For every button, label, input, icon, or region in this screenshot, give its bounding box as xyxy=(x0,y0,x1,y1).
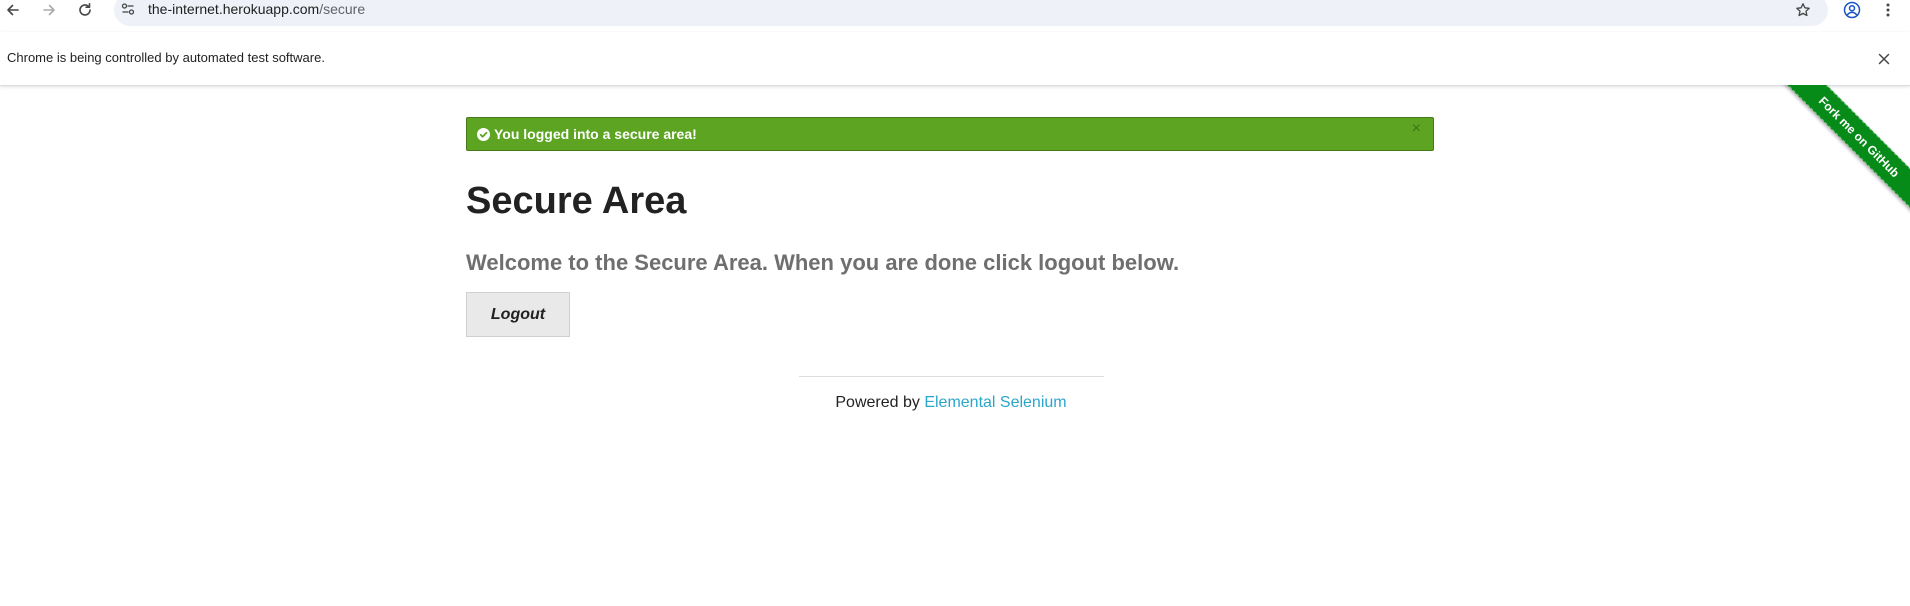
flash-close-button[interactable]: × xyxy=(1412,121,1421,137)
automation-infobar: Chrome is being controlled by automated … xyxy=(0,32,1910,86)
url-host: the-internet.herokuapp.com xyxy=(148,1,320,17)
footer-prefix: Powered by xyxy=(835,394,925,411)
forward-button[interactable] xyxy=(37,0,61,20)
elemental-selenium-link[interactable]: Elemental Selenium xyxy=(924,394,1066,411)
forward-arrow-icon xyxy=(43,4,55,16)
address-bar[interactable] xyxy=(114,0,1828,26)
flash-text: You logged into a secure area! xyxy=(494,126,697,142)
url-path: /secure xyxy=(319,1,366,17)
browser-toolbar: the-internet.herokuapp.com/secure xyxy=(0,0,1910,26)
footer-divider xyxy=(799,376,1104,377)
infobar-close-button[interactable] xyxy=(1873,48,1895,70)
infobar-message: Chrome is being controlled by automated … xyxy=(7,50,325,65)
check-circle-icon xyxy=(477,128,490,141)
back-arrow-icon xyxy=(7,4,19,16)
github-ribbon-container: Fork me on GitHub xyxy=(1750,85,1910,225)
close-icon xyxy=(1878,53,1890,65)
flash-success-message: You logged into a secure area! × xyxy=(466,117,1434,151)
site-info-button[interactable] xyxy=(118,0,138,18)
page-title: Secure Area xyxy=(466,180,687,222)
bookmark-button[interactable] xyxy=(1791,0,1815,20)
kebab-menu-icon xyxy=(1886,3,1890,17)
back-button[interactable] xyxy=(1,0,25,20)
page-subheader: Welcome to the Secure Area. When you are… xyxy=(466,250,1180,275)
reload-icon xyxy=(79,3,91,16)
menu-button[interactable] xyxy=(1876,0,1900,20)
url-text[interactable]: the-internet.herokuapp.com/secure xyxy=(148,1,365,17)
reload-button[interactable] xyxy=(73,0,97,20)
logout-button[interactable]: Logout xyxy=(466,292,570,337)
page-footer: Powered by Elemental Selenium xyxy=(0,394,1902,412)
site-info-icon xyxy=(121,3,135,15)
star-icon xyxy=(1796,3,1810,17)
ribbon-text: Fork me on GitHub xyxy=(1815,93,1903,181)
profile-icon xyxy=(1843,1,1861,19)
profile-button[interactable] xyxy=(1840,0,1864,20)
logout-label: Logout xyxy=(490,305,546,323)
fork-me-ribbon[interactable]: Fork me on GitHub xyxy=(1767,85,1910,225)
